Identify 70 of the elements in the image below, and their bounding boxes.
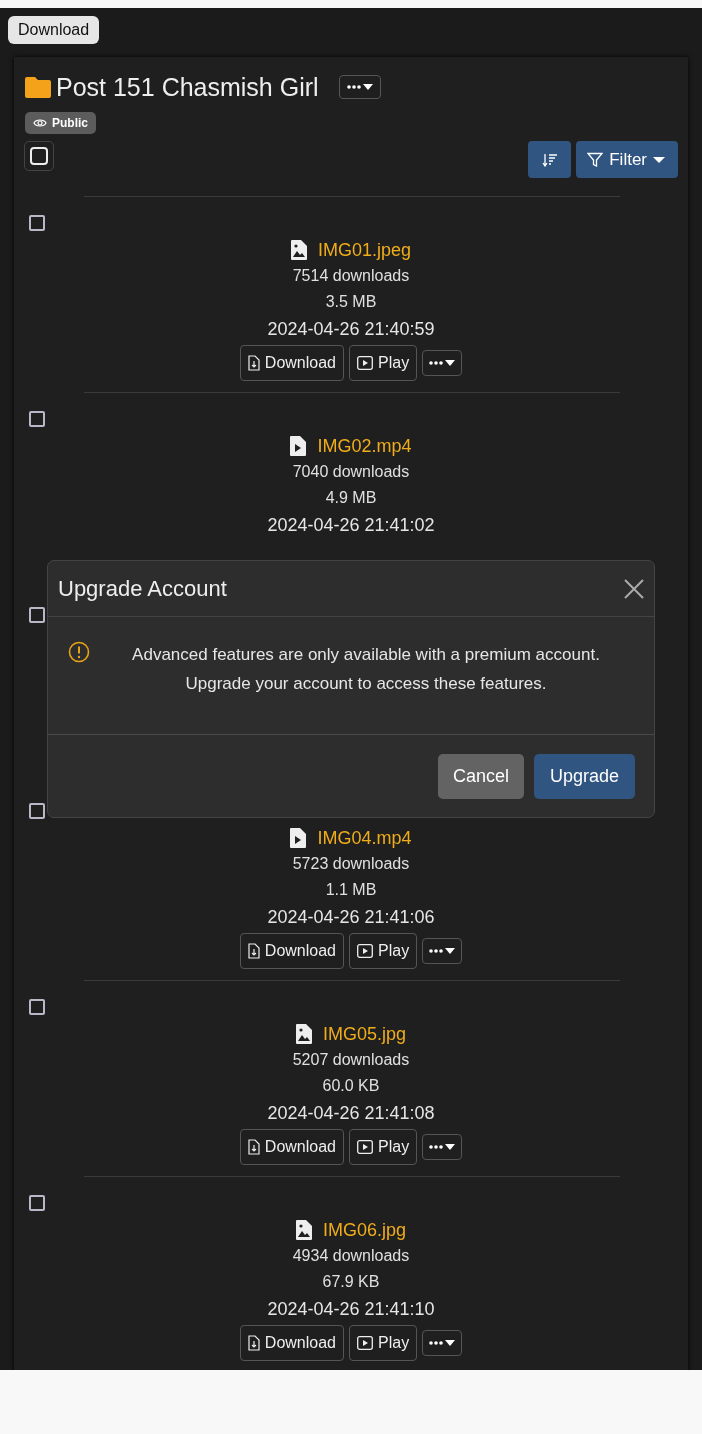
download-count: 5723 downloads [292, 854, 410, 874]
file-date: 2024-04-26 21:41:10 [267, 1298, 435, 1321]
image-file-icon [295, 1220, 312, 1240]
file-name-link[interactable]: IMG02.mp4 [317, 435, 412, 457]
file-date: 2024-04-26 21:40:59 [267, 318, 435, 341]
visibility-label: Public [52, 116, 88, 130]
file-size: 3.5 MB [325, 292, 377, 312]
play-icon [357, 1336, 373, 1350]
row-checkbox[interactable] [29, 607, 45, 623]
more-menu-button[interactable] [338, 75, 381, 99]
file-name-link[interactable]: IMG05.jpg [322, 1023, 406, 1045]
eye-icon [33, 118, 47, 128]
download-button[interactable]: Download [239, 1129, 344, 1165]
close-button[interactable] [624, 578, 644, 599]
more-menu-button[interactable] [422, 1134, 463, 1160]
file-name-link[interactable]: IMG06.jpg [322, 1219, 406, 1241]
row-checkbox[interactable] [29, 411, 45, 427]
download-button[interactable]: Download [239, 933, 344, 969]
file-date: 2024-04-26 21:41:08 [267, 1102, 435, 1125]
file-size: 1.1 MB [325, 880, 377, 900]
row-checkbox[interactable] [29, 999, 45, 1015]
row-checkbox[interactable] [29, 215, 45, 231]
play-button[interactable]: Play [349, 1325, 418, 1361]
download-count: 5207 downloads [292, 1050, 410, 1070]
play-icon [357, 356, 373, 370]
folder-icon [25, 76, 51, 98]
tooltip: Download [8, 16, 100, 44]
file-date: 2024-04-26 21:41:02 [267, 514, 435, 537]
select-all-checkbox[interactable] [24, 141, 54, 171]
file-size: 60.0 KB [322, 1076, 380, 1096]
sort-button[interactable] [528, 141, 572, 178]
file-name-link[interactable]: IMG04.mp4 [317, 827, 412, 849]
download-count: 7040 downloads [292, 462, 410, 482]
video-file-icon [290, 436, 307, 456]
play-icon [357, 1140, 373, 1154]
play-button[interactable]: Play [349, 933, 418, 969]
file-name-link[interactable]: IMG01.jpeg [317, 239, 412, 261]
file-date: 2024-04-26 21:41:06 [267, 906, 435, 929]
image-file-icon [290, 240, 307, 260]
file-size: 4.9 MB [325, 488, 377, 508]
download-file-icon [247, 1139, 260, 1155]
more-menu-button[interactable] [422, 1330, 463, 1356]
warning-icon [68, 641, 90, 663]
download-count: 4934 downloads [292, 1246, 410, 1266]
dialog-message: Advanced features are only available with a premium account. Upgrade your account to access these features. [131, 644, 601, 695]
sort-icon [541, 152, 558, 167]
folder-title: Post 151 Chasmish Girl [56, 72, 319, 102]
image-file-icon [295, 1024, 312, 1044]
upgrade-button[interactable]: Upgrade [533, 754, 635, 799]
filter-button[interactable]: Filter [576, 141, 678, 178]
close-icon [624, 578, 644, 599]
download-button[interactable]: Download [239, 345, 344, 381]
download-file-icon [247, 355, 260, 371]
play-icon [357, 944, 373, 958]
download-file-icon [247, 943, 260, 959]
play-button[interactable]: Play [349, 345, 418, 381]
row-checkbox[interactable] [29, 803, 45, 819]
row-checkbox[interactable] [29, 1195, 45, 1211]
caret-icon [653, 155, 665, 164]
play-button[interactable]: Play [349, 1129, 418, 1165]
file-size: 67.9 KB [322, 1272, 380, 1292]
filter-icon [587, 151, 604, 168]
download-button[interactable]: Download [239, 1325, 344, 1361]
more-menu-button[interactable] [422, 938, 463, 964]
more-menu-button[interactable] [422, 350, 463, 376]
video-file-icon [290, 828, 307, 848]
cancel-button[interactable]: Cancel [437, 754, 524, 799]
download-file-icon [247, 1335, 260, 1351]
download-count: 7514 downloads [292, 266, 410, 286]
dialog-title: Upgrade Account [58, 575, 227, 602]
